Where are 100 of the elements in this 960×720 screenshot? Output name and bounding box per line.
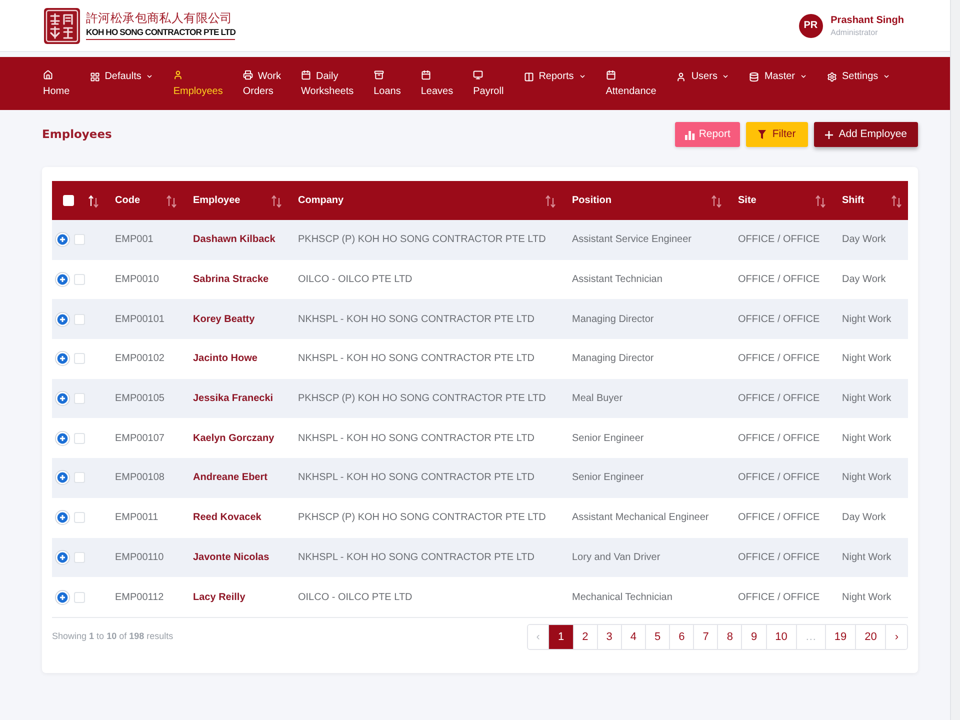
columns-icon: [524, 72, 534, 82]
sort-icon[interactable]: [545, 194, 556, 208]
page-button[interactable]: 1: [548, 624, 573, 649]
plus-circle-icon[interactable]: [55, 590, 70, 605]
employee-name-link[interactable]: Jessika Franecki: [193, 393, 274, 404]
column-header[interactable]: Shift: [842, 193, 864, 208]
settings-icon: [827, 72, 838, 82]
sort-icon[interactable]: [88, 194, 99, 208]
column-header[interactable]: Company: [298, 193, 344, 208]
employee-name-link[interactable]: Sabrina Stracke: [193, 274, 269, 286]
add-employee-button[interactable]: Add Employee: [814, 122, 918, 147]
column-header[interactable]: Employee: [193, 193, 240, 208]
employee-name-link[interactable]: Andreane Ebert: [193, 472, 268, 484]
plus-circle-icon[interactable]: [55, 510, 70, 526]
plus-circle-icon[interactable]: [55, 272, 70, 288]
nav-link[interactable]: Leaves: [420, 69, 454, 99]
plus-circle-icon[interactable]: [55, 430, 70, 446]
nav-menu[interactable]: Defaults: [90, 69, 154, 84]
checkbox[interactable]: [74, 353, 85, 364]
table-cell: OFFICE / OFFICE: [738, 512, 820, 524]
table-cell: PKHSCP (P) KOH HO SONG CONTRACTOR PTE LTD: [298, 393, 546, 404]
table-cell: NKHSPL - KOH HO SONG CONTRACTOR PTE LTD: [298, 472, 535, 484]
plus-circle-icon[interactable]: [55, 232, 70, 248]
nav-link[interactable]: Attendance: [606, 69, 656, 99]
user-role: Administrator: [830, 26, 879, 38]
employee-name-link[interactable]: Dashawn Kilback: [193, 234, 276, 246]
nav-link[interactable]: Daily Worksheets: [301, 69, 354, 99]
sort-icon[interactable]: [711, 194, 722, 208]
bar-chart-icon: [684, 130, 695, 140]
checkbox[interactable]: [74, 512, 85, 524]
table-cell: EMP0011: [115, 512, 158, 524]
company-name: KOH HO SONG CONTRACTOR PTE LTD: [86, 26, 236, 40]
table-cell: OFFICE / OFFICE: [738, 592, 820, 603]
table-cell: OFFICE / OFFICE: [738, 552, 820, 563]
nav-menu[interactable]: Settings: [827, 69, 890, 84]
table-cell: Night Work: [842, 472, 892, 484]
table-cell: OFFICE / OFFICE: [738, 314, 820, 325]
table-cell: Night Work: [842, 552, 892, 563]
table-cell: OILCO - OILCO PTE LTD: [298, 274, 412, 286]
chevron-down-icon: [578, 73, 586, 80]
employee-name-link[interactable]: Kaelyn Gorczany: [193, 432, 274, 444]
checkbox[interactable]: [74, 552, 85, 563]
chevron-down-icon: [883, 73, 890, 80]
nav-menu[interactable]: Master: [749, 69, 808, 84]
table-cell: OILCO - OILCO PTE LTD: [298, 592, 412, 603]
employee-name-link[interactable]: Korey Beatty: [193, 314, 255, 325]
employee-name-link[interactable]: Reed Kovacek: [193, 512, 262, 524]
company-name-chinese: 許河松承包商私人有限公司: [86, 11, 234, 26]
user-icon: [676, 72, 686, 82]
nav-link[interactable]: Loans: [374, 69, 401, 99]
sort-icon[interactable]: [166, 194, 177, 208]
nav-menu[interactable]: Users: [676, 69, 730, 84]
column-header[interactable]: Position: [572, 193, 612, 208]
table-cell: OFFICE / OFFICE: [738, 274, 820, 286]
table-cell: Night Work: [842, 353, 892, 364]
checkbox[interactable]: [74, 393, 85, 404]
user-name: Prashant Singh: [830, 14, 904, 26]
table-cell: EMP00110: [115, 552, 164, 563]
table-cell: Managing Director: [572, 353, 654, 364]
calendar-icon: [606, 70, 616, 80]
nav-link[interactable]: Payroll: [473, 69, 504, 99]
checkbox[interactable]: [74, 592, 85, 603]
user-avatar[interactable]: PR: [798, 14, 823, 38]
sort-icon[interactable]: [815, 194, 826, 208]
plus-circle-icon[interactable]: [55, 312, 70, 327]
table-cell: EMP0010: [115, 274, 159, 286]
column-header[interactable]: Site: [738, 193, 756, 208]
plus-circle-icon[interactable]: [55, 351, 70, 366]
user-icon: [173, 70, 184, 80]
column-header[interactable]: Code: [115, 193, 140, 208]
nav-link[interactable]: Home: [43, 69, 70, 99]
checkbox[interactable]: [74, 234, 85, 246]
employee-name-link[interactable]: Lacy Reilly: [193, 592, 246, 603]
sort-icon[interactable]: [891, 194, 902, 208]
table-cell: Day Work: [842, 234, 886, 246]
database-icon: [749, 72, 760, 82]
table-cell: Assistant Technician: [572, 274, 662, 286]
table-cell: EMP00105: [115, 393, 164, 404]
table-cell: Mechanical Technician: [572, 592, 672, 603]
table-cell: EMP00102: [115, 353, 164, 364]
page-button[interactable]: ›: [885, 624, 907, 649]
employee-name-link[interactable]: Jacinto Howe: [193, 353, 258, 364]
chevron-down-icon: [800, 73, 808, 80]
employee-name-link[interactable]: Javonte Nicolas: [193, 552, 270, 563]
plus-circle-icon[interactable]: [55, 470, 70, 486]
nav-link[interactable]: Work Orders: [242, 69, 281, 99]
checkbox[interactable]: [74, 314, 85, 325]
checkbox[interactable]: [74, 274, 85, 286]
sort-icon[interactable]: [271, 194, 282, 208]
nav-link[interactable]: Employees: [173, 69, 223, 99]
table-cell: Meal Buyer: [572, 393, 623, 404]
filter-icon: [758, 130, 766, 139]
plus-circle-icon[interactable]: [55, 550, 70, 565]
nav-menu[interactable]: Reports: [524, 69, 586, 84]
checkbox[interactable]: [74, 432, 85, 444]
checkbox[interactable]: [74, 472, 85, 484]
table-cell: EMP00108: [115, 472, 164, 484]
filter-button[interactable]: Filter: [746, 122, 808, 147]
table-cell: EMP00101: [115, 314, 164, 325]
plus-circle-icon[interactable]: [55, 391, 70, 406]
